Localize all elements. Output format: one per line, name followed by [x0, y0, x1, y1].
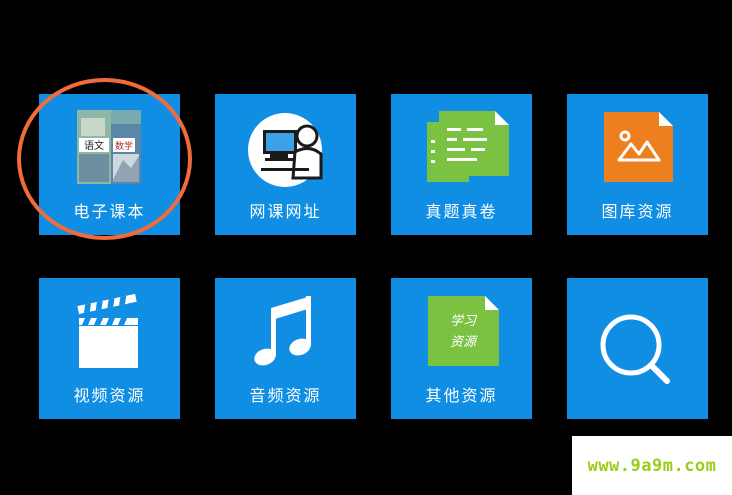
- tile-video-resources[interactable]: 视频资源: [39, 278, 180, 419]
- tile-label: 音频资源: [249, 386, 322, 405]
- tile-exam-papers[interactable]: 真题真卷: [391, 94, 532, 235]
- search-icon: [600, 314, 670, 384]
- tile-audio-resources[interactable]: 音频资源: [215, 278, 356, 419]
- tile-search[interactable]: [567, 278, 708, 419]
- watermark-text: www.9a9m.com: [587, 455, 717, 476]
- tile-label: 网课网址: [249, 202, 322, 221]
- tile-label: 图库资源: [601, 202, 674, 221]
- tile-online-classes[interactable]: 网课网址: [215, 94, 356, 235]
- textbook-math-label: 数学: [115, 140, 133, 152]
- tile-label: 视频资源: [73, 386, 146, 405]
- tile-other-resources[interactable]: 学习 资源 其他资源: [391, 278, 532, 419]
- tile-label: 其他资源: [425, 386, 498, 405]
- doc-text-line-1: 学习: [450, 313, 478, 329]
- watermark: www.9a9m.com: [572, 436, 732, 495]
- textbook-chinese-label: 语文: [84, 139, 104, 152]
- doc-text-line-2: 资源: [450, 335, 478, 350]
- tile-textbooks[interactable]: 语文 数学 电子课本: [39, 94, 180, 235]
- tile-label: 真题真卷: [425, 202, 498, 221]
- tile-image-library[interactable]: 图库资源: [567, 94, 708, 235]
- tile-label: 电子课本: [73, 202, 146, 221]
